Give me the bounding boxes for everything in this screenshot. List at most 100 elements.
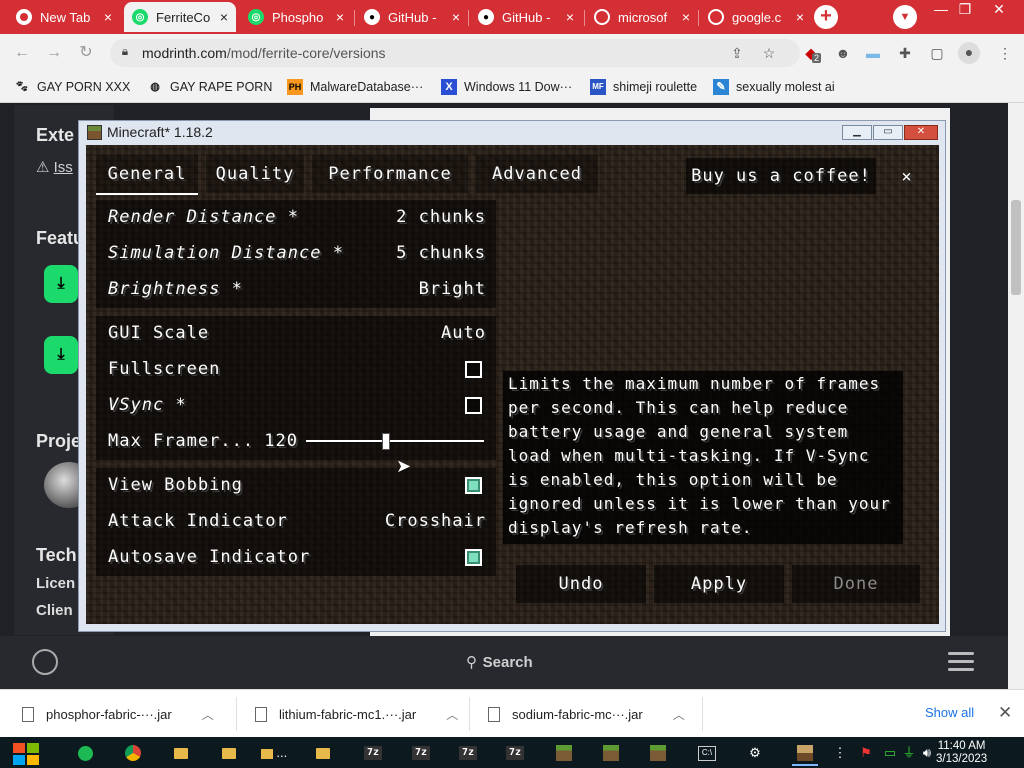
network-icon[interactable]: ▭ xyxy=(880,740,900,766)
tab-google[interactable]: google.c × xyxy=(700,2,812,32)
close-icon[interactable]: × xyxy=(336,9,344,25)
minimize-icon[interactable]: ▁ xyxy=(842,125,872,140)
option-gui-scale[interactable]: GUI Scale Auto xyxy=(108,322,486,344)
volume-icon[interactable]: 🔊︎ xyxy=(918,740,936,766)
tab-github-2[interactable]: ● GitHub - × xyxy=(470,2,582,32)
option-render-distance[interactable]: Render Distance * 2 chunks xyxy=(108,206,486,228)
option-attack-indicator[interactable]: Attack Indicator Crosshair xyxy=(108,510,486,532)
close-window-icon[interactable]: ✕ xyxy=(984,0,1014,20)
folder-group-icon[interactable]: ... xyxy=(256,740,292,766)
url-text[interactable]: modrinth.com/mod/ferrite-core/versions xyxy=(142,45,386,61)
minecraft-launcher-icon[interactable] xyxy=(551,740,577,766)
close-icon[interactable]: × xyxy=(566,9,574,25)
bookmark-item[interactable]: X Windows 11 Dow··· xyxy=(441,78,572,96)
option-autosave-indicator[interactable]: Autosave Indicator xyxy=(108,546,486,568)
framerate-slider-track[interactable] xyxy=(306,440,484,442)
terminal-icon[interactable]: C:\ xyxy=(694,740,720,766)
tab-ferritecore[interactable]: ◎ FerriteCo × xyxy=(124,2,236,32)
settings-gear-icon[interactable]: ⚙ xyxy=(742,740,768,766)
search-button[interactable]: ⚲ Search xyxy=(466,653,533,671)
new-tab-button[interactable]: + xyxy=(814,5,838,29)
reload-icon[interactable]: ↻ xyxy=(76,44,96,62)
close-icon[interactable]: × xyxy=(892,162,922,192)
close-icon[interactable]: × xyxy=(682,9,690,25)
tab-github-1[interactable]: ● GitHub - × xyxy=(356,2,468,32)
close-icon[interactable]: × xyxy=(452,9,460,25)
minecraft-launcher-icon[interactable] xyxy=(645,740,671,766)
folder-icon[interactable] xyxy=(310,740,336,766)
bookmark-item[interactable]: ✎ sexually molest ai xyxy=(713,78,835,96)
chevron-up-icon[interactable]: ︿ xyxy=(673,706,685,723)
back-arrow-icon[interactable]: ← xyxy=(12,44,32,62)
bookmark-item[interactable]: ◍ GAY RAPE PORN xyxy=(147,78,272,96)
close-icon[interactable]: × xyxy=(104,9,112,25)
folder-icon[interactable] xyxy=(168,740,194,766)
scrollbar-thumb[interactable] xyxy=(1011,200,1021,295)
modrinth-logo-icon[interactable] xyxy=(32,649,58,675)
close-icon[interactable]: × xyxy=(220,9,228,25)
download-icon[interactable]: ⤓ xyxy=(44,265,78,303)
show-all-downloads-link[interactable]: Show all xyxy=(925,705,974,720)
close-icon[interactable]: × xyxy=(796,9,804,25)
side-panel-icon[interactable]: ▢ xyxy=(927,43,947,63)
flag-icon[interactable]: ⚑ xyxy=(856,740,876,766)
download-item[interactable]: lithium-fabric-mc1.···.jar ︿ xyxy=(255,704,458,724)
hamburger-menu-icon[interactable] xyxy=(948,652,974,672)
share-icon[interactable]: ⇪ xyxy=(727,43,747,63)
download-item[interactable]: phosphor-fabric-···.jar ︿ xyxy=(22,704,214,724)
profile-icon[interactable]: ● xyxy=(958,42,980,64)
close-icon[interactable]: ✕ xyxy=(998,703,1012,723)
chevron-up-icon[interactable]: ︿ xyxy=(202,706,214,723)
chevron-up-icon[interactable]: ︿ xyxy=(446,706,458,723)
tab-advanced[interactable]: Advanced xyxy=(476,155,598,193)
tab-performance[interactable]: Performance xyxy=(312,155,468,193)
minecraft-launcher-icon[interactable] xyxy=(598,740,624,766)
issues-link[interactable]: ⚠ Iss xyxy=(36,158,73,176)
bookmark-item[interactable]: PH MalwareDatabase··· xyxy=(287,78,423,96)
bookmark-item[interactable]: MF shimeji roulette xyxy=(590,78,697,96)
kebab-menu-icon[interactable]: ⋮ xyxy=(995,43,1015,63)
puzzle-extensions-icon[interactable]: ✚ xyxy=(895,43,915,63)
extension-avatar-icon[interactable]: ☻ xyxy=(833,43,853,63)
7zip-icon[interactable]: 7z xyxy=(360,740,386,766)
bookmark-star-icon[interactable]: ☆ xyxy=(759,43,779,63)
tab-microsoft[interactable]: microsof × xyxy=(586,2,698,32)
fullscreen-checkbox[interactable] xyxy=(465,361,482,378)
system-clock[interactable]: 11:40 AM 3/13/2023 xyxy=(936,740,987,766)
7zip-icon[interactable]: 7z xyxy=(502,740,528,766)
autosave-indicator-checkbox[interactable] xyxy=(465,549,482,566)
restore-icon[interactable]: ❐ xyxy=(950,0,980,20)
tab-search-button[interactable]: ▼ xyxy=(893,5,917,29)
download-item[interactable]: sodium-fabric-mc···.jar ︿ xyxy=(488,704,685,724)
usb-icon[interactable]: ⏚ xyxy=(900,740,918,766)
bookmark-item[interactable]: 🐾︎ GAY PORN XXX xyxy=(14,78,130,96)
option-max-framerate[interactable]: Max Framer... 120 xyxy=(108,430,298,452)
scrollbar[interactable] xyxy=(1008,103,1024,689)
tab-quality[interactable]: Quality xyxy=(206,155,304,193)
maximize-icon[interactable]: ▭ xyxy=(873,125,903,140)
apply-button[interactable]: Apply xyxy=(654,565,784,603)
view-bobbing-checkbox[interactable] xyxy=(465,477,482,494)
windows-start-icon[interactable] xyxy=(10,740,42,766)
7zip-icon[interactable]: 7z xyxy=(408,740,434,766)
tab-new-tab[interactable]: New Tab × xyxy=(8,2,120,32)
undo-button[interactable]: Undo xyxy=(516,565,646,603)
option-fullscreen[interactable]: Fullscreen xyxy=(108,358,486,380)
trans-flag-extension-icon[interactable]: ▬ xyxy=(863,43,883,63)
folder-icon[interactable] xyxy=(216,740,242,766)
framerate-slider-handle[interactable] xyxy=(382,433,391,450)
buy-coffee-button[interactable]: Buy us a coffee! xyxy=(686,158,876,194)
tray-overflow-icon[interactable]: ⋮ xyxy=(832,740,848,766)
option-view-bobbing[interactable]: View Bobbing xyxy=(108,474,486,496)
option-brightness[interactable]: Brightness * Bright xyxy=(108,278,486,300)
download-icon[interactable]: ⤓ xyxy=(44,336,78,374)
messenger-icon[interactable] xyxy=(72,740,98,766)
close-window-icon[interactable]: ✕ xyxy=(904,125,938,140)
forward-arrow-icon[interactable]: → xyxy=(44,44,64,62)
option-vsync[interactable]: VSync * xyxy=(108,394,486,416)
tab-phosphor[interactable]: ◎ Phospho × xyxy=(240,2,352,32)
vsync-checkbox[interactable] xyxy=(465,397,482,414)
minecraft-app-icon[interactable] xyxy=(792,740,818,766)
done-button[interactable]: Done xyxy=(792,565,920,603)
chrome-icon[interactable] xyxy=(120,740,146,766)
